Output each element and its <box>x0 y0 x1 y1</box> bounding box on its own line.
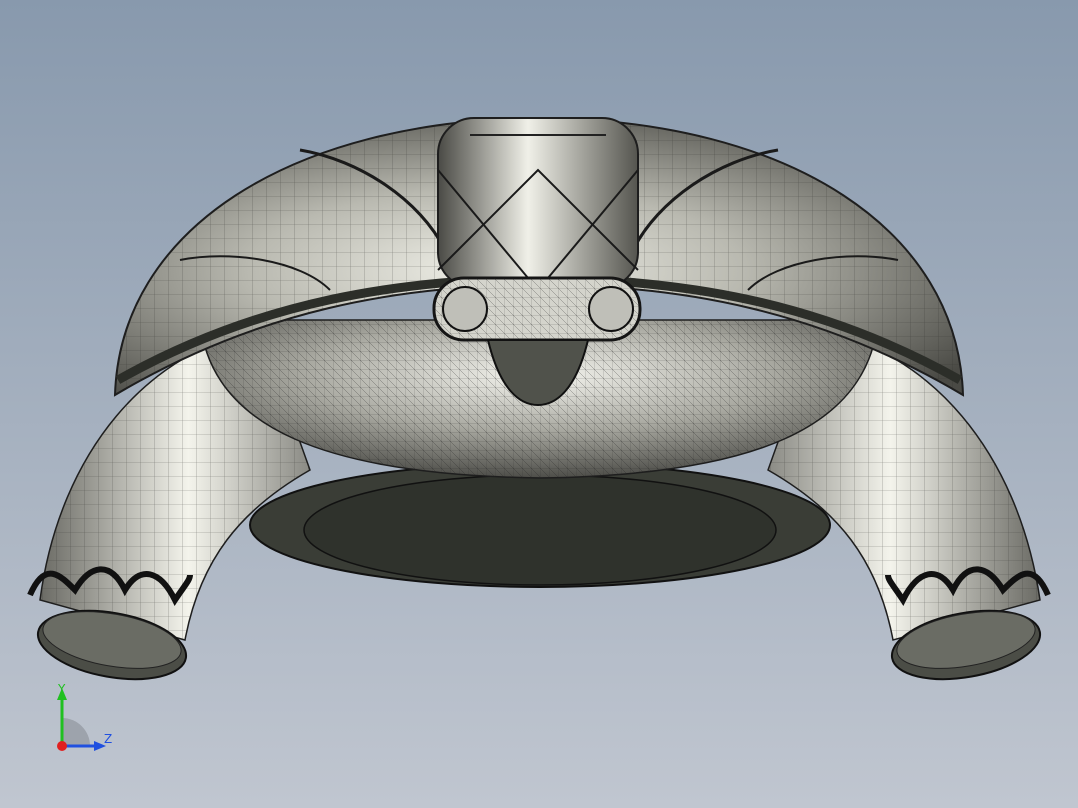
3d-viewport[interactable]: Y Z <box>0 0 1078 808</box>
x-axis-dot <box>57 741 67 751</box>
y-axis-label: Y <box>57 682 66 696</box>
orientation-triad: Y Z <box>57 682 112 751</box>
cad-model[interactable] <box>0 0 1078 808</box>
z-axis-label: Z <box>104 732 112 746</box>
base-plate <box>249 462 831 588</box>
